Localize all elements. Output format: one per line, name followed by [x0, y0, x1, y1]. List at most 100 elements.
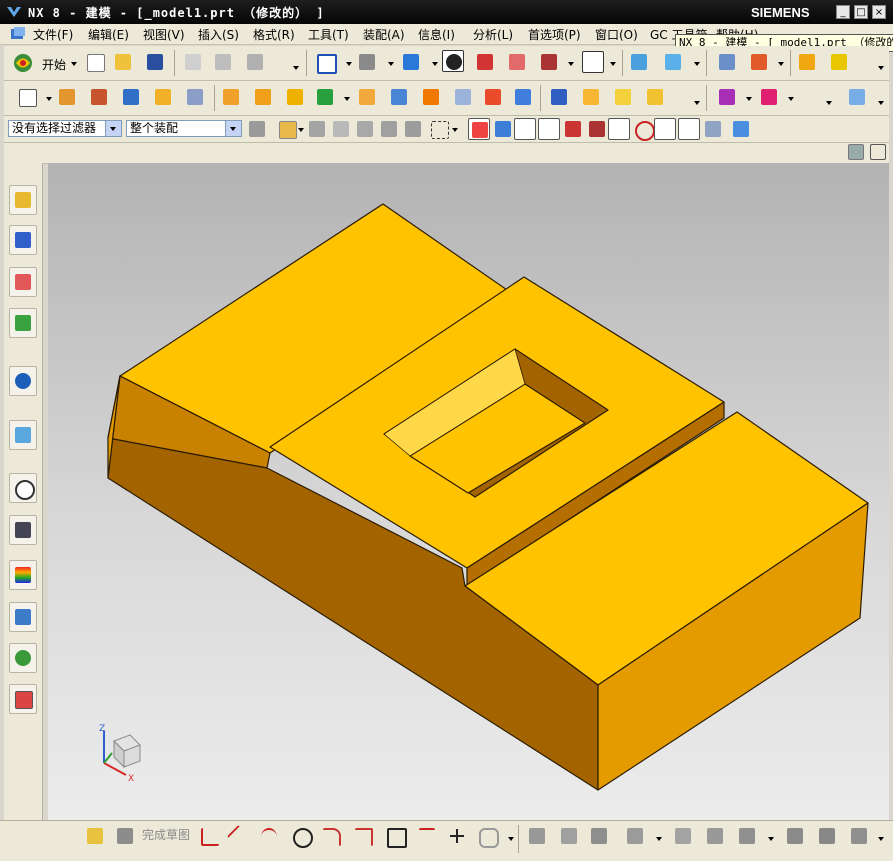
quick-trim-button[interactable] — [526, 825, 548, 847]
polygon-button[interactable] — [416, 825, 438, 847]
menu-preferences[interactable]: 首选项(P) — [528, 26, 581, 43]
datum-csys-button[interactable] — [284, 86, 306, 108]
reuse-library-tab[interactable] — [9, 308, 37, 338]
end-point-button[interactable] — [514, 118, 536, 140]
menu-format[interactable]: 格式(R) — [253, 26, 295, 43]
rectangle-button[interactable] — [384, 825, 407, 848]
background-button[interactable] — [582, 51, 604, 73]
copy-button[interactable] — [212, 51, 234, 73]
rectangle-select-button[interactable] — [428, 118, 450, 140]
point-on-face-button[interactable] — [678, 118, 700, 140]
graphics-viewport[interactable]: Z X — [48, 163, 889, 820]
measure-button[interactable] — [828, 51, 850, 73]
finish-sketch-button[interactable] — [84, 825, 106, 847]
system-scenes-tab[interactable] — [9, 684, 37, 714]
menu-info[interactable]: 信息(I) — [418, 26, 455, 43]
menu-view[interactable]: 视图(V) — [143, 26, 185, 43]
mirror-button[interactable] — [580, 86, 602, 108]
thicken-button[interactable] — [612, 86, 634, 108]
menu-file[interactable]: 文件(F) — [33, 26, 73, 43]
auto-constrain-button[interactable] — [736, 825, 758, 847]
menu-tools[interactable]: 工具(T) — [308, 26, 349, 43]
menu-assembly[interactable]: 装配(A) — [363, 26, 405, 43]
orient-view-button[interactable] — [628, 51, 650, 73]
extrude-button[interactable] — [56, 86, 78, 108]
save-button[interactable] — [144, 51, 166, 73]
finish-sketch-label[interactable]: 完成草图 — [142, 826, 190, 843]
chamfer-button[interactable] — [388, 86, 410, 108]
general-selection-button[interactable] — [246, 118, 268, 140]
reset-snap-button[interactable] — [730, 118, 752, 140]
shaded-view-button[interactable] — [400, 51, 422, 73]
manufacturing-wizards-tab[interactable] — [9, 602, 37, 632]
reattach-button[interactable] — [784, 825, 806, 847]
system-materials-tab[interactable] — [9, 515, 37, 545]
mid-point-button[interactable] — [538, 118, 560, 140]
perspective-button[interactable] — [442, 50, 464, 72]
hole-button[interactable] — [120, 86, 142, 108]
full-screen-button[interactable] — [870, 144, 886, 160]
undo-select-button[interactable] — [306, 118, 328, 140]
pattern-button[interactable] — [548, 86, 570, 108]
circle-button[interactable] — [290, 825, 313, 848]
open-file-button[interactable] — [112, 51, 134, 73]
minimize-button[interactable]: _ — [836, 5, 850, 19]
fit-view-button[interactable] — [314, 51, 337, 74]
intersection-point-button[interactable] — [586, 118, 608, 140]
snap-button[interactable] — [796, 51, 818, 73]
wireframe-button[interactable] — [474, 51, 496, 73]
snap-points-button[interactable] — [468, 118, 490, 140]
cut-button[interactable] — [182, 51, 204, 73]
select-body-button[interactable] — [330, 118, 352, 140]
offset-face-button[interactable] — [482, 86, 504, 108]
render-style-button[interactable] — [356, 51, 378, 73]
quadrant-point-button[interactable] — [632, 118, 655, 141]
control-point-button[interactable] — [562, 118, 584, 140]
select-features-button[interactable] — [276, 118, 298, 140]
internet-explorer-tab[interactable] — [9, 366, 37, 396]
start-icon[interactable] — [12, 52, 34, 74]
select-face-button[interactable] — [354, 118, 376, 140]
roles-tab[interactable] — [9, 643, 37, 673]
draft-button[interactable] — [420, 86, 442, 108]
app-menu-icon[interactable] — [10, 26, 26, 42]
part-navigator-tab[interactable] — [9, 267, 37, 297]
point-button[interactable] — [446, 825, 468, 847]
close-button[interactable]: × — [872, 5, 886, 19]
new-file-button[interactable] — [84, 51, 106, 73]
hidden-edges-button[interactable] — [506, 51, 528, 73]
wcs-button[interactable] — [748, 51, 770, 73]
line-button[interactable] — [226, 824, 252, 850]
arc-center-button[interactable] — [608, 118, 630, 140]
chamfer-sketch-button[interactable] — [352, 825, 374, 847]
update-model-button[interactable] — [816, 825, 838, 847]
layer-settings-button[interactable] — [716, 51, 738, 73]
dimension-button[interactable] — [624, 825, 646, 847]
constraint-navigator-tab[interactable] — [9, 225, 37, 255]
start-button[interactable]: 开始 — [42, 56, 66, 73]
history-tab[interactable] — [9, 420, 37, 450]
maximize-button[interactable]: □ — [854, 5, 868, 19]
boss-button[interactable] — [152, 86, 174, 108]
pocket-button[interactable] — [184, 86, 206, 108]
menu-analysis[interactable]: 分析(L) — [473, 26, 513, 43]
sew-button[interactable] — [644, 86, 666, 108]
existing-point-button[interactable] — [654, 118, 676, 140]
edge-blend-button[interactable] — [356, 86, 378, 108]
process-studio-tab[interactable] — [9, 560, 37, 590]
shell-button[interactable] — [452, 86, 474, 108]
surface-button[interactable] — [846, 86, 868, 108]
make-corner-button[interactable] — [588, 825, 610, 847]
geometric-constraint-button[interactable] — [672, 825, 694, 847]
section-view-button[interactable] — [538, 51, 560, 73]
profile-button[interactable] — [198, 825, 220, 847]
offset-curve-button[interactable] — [476, 825, 499, 848]
sketch-button[interactable] — [16, 86, 38, 108]
select-edge-button[interactable] — [378, 118, 400, 140]
quick-extend-button[interactable] — [558, 825, 580, 847]
assembly-navigator-tab[interactable] — [9, 185, 37, 215]
selection-scope-dropdown[interactable]: 整个装配 — [126, 120, 242, 137]
point-on-curve-button[interactable] — [492, 118, 514, 140]
paste-button[interactable] — [244, 51, 266, 73]
restore-view-button[interactable] — [848, 144, 864, 160]
